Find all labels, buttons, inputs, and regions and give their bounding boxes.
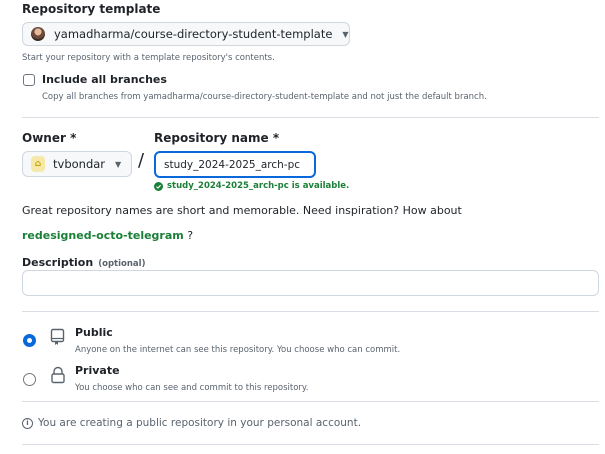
section-divider <box>22 401 599 402</box>
lock-icon <box>50 366 66 388</box>
template-owner-avatar <box>31 27 45 41</box>
public-radio[interactable] <box>23 334 36 347</box>
name-suggestion-row: redesigned-octo-telegram ? <box>22 224 193 243</box>
template-select-label: yamadharma/course-directory-student-temp… <box>54 27 333 41</box>
owner-label: Owner * <box>22 131 77 145</box>
owner-repo-separator: / <box>138 150 145 171</box>
public-desc: Anyone on the internet can see this repo… <box>75 345 401 355</box>
description-label-row: Description (optional) <box>22 251 145 270</box>
description-optional: (optional) <box>98 259 146 269</box>
description-label: Description <box>22 256 94 269</box>
section-divider <box>22 117 599 118</box>
repo-name-label: Repository name * <box>154 131 280 145</box>
template-heading: Repository template <box>22 2 161 16</box>
include-branches-label[interactable]: Include all branches <box>42 73 167 86</box>
owner-name: tvbondar <box>53 157 106 171</box>
include-branches-checkbox[interactable] <box>23 74 35 86</box>
info-text: You are creating a public repository in … <box>38 417 362 429</box>
repo-icon <box>50 328 66 350</box>
chevron-down-icon: ▼ <box>342 29 349 39</box>
availability-text: study_2024-2025_arch-pc is available. <box>167 181 350 191</box>
private-desc: You choose who can see and commit to thi… <box>75 383 309 393</box>
private-title: Private <box>75 364 120 377</box>
suggested-name-link[interactable]: redesigned-octo-telegram <box>22 229 184 242</box>
public-title: Public <box>75 326 113 339</box>
info-icon: i <box>22 417 33 429</box>
description-input[interactable] <box>22 270 599 296</box>
repo-name-input[interactable] <box>154 151 316 178</box>
owner-select-button[interactable]: ⌂ tvbondar ▼ <box>22 151 132 177</box>
chevron-down-icon: ▼ <box>115 159 122 169</box>
check-circle-icon <box>154 181 163 191</box>
owner-avatar: ⌂ <box>31 156 45 172</box>
availability-message: study_2024-2025_arch-pc is available. <box>154 181 349 191</box>
section-divider <box>22 311 599 312</box>
template-select-button[interactable]: yamadharma/course-directory-student-temp… <box>22 22 350 46</box>
template-hint: Start your repository with a template re… <box>22 53 275 63</box>
include-branches-hint: Copy all branches from yamadharma/course… <box>42 92 487 102</box>
section-divider <box>22 444 599 445</box>
name-suggestion-text: Great repository names are short and mem… <box>22 204 462 217</box>
suggestion-suffix: ? <box>183 229 194 242</box>
info-message: i You are creating a public repository i… <box>22 417 361 429</box>
private-radio[interactable] <box>23 373 36 386</box>
